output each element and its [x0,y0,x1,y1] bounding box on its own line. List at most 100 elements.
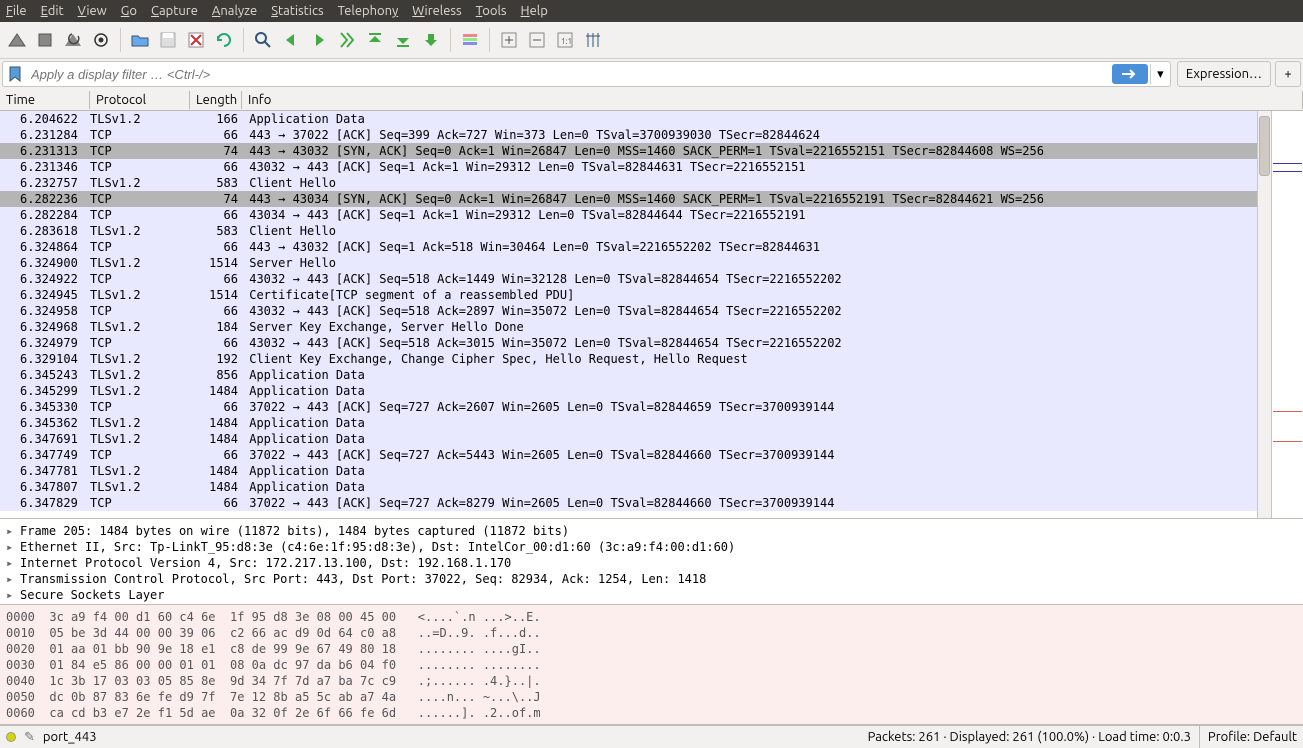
resize-columns-button[interactable] [580,27,606,53]
packet-time: 6.324945 [0,287,90,303]
apply-filter-button[interactable] [1112,64,1148,84]
filter-bookmark-icon[interactable] [3,62,27,86]
packet-row[interactable]: 6.231313TCP74 443 → 43032 [SYN, ACK] Seq… [0,143,1257,159]
menu-edit[interactable]: Edit [41,4,64,18]
detail-tree-item[interactable]: Transmission Control Protocol, Src Port:… [6,571,1297,587]
restart-capture-button[interactable] [60,27,86,53]
packet-info: Certificate[TCP segment of a reassembled… [242,287,1257,303]
packet-row[interactable]: 6.324922TCP66 43032 → 443 [ACK] Seq=518 … [0,271,1257,287]
packet-info: Application Data [242,415,1257,431]
menu-tools[interactable]: Tools [476,4,507,18]
go-last-button[interactable] [390,27,416,53]
start-capture-button[interactable] [4,27,30,53]
open-file-button[interactable] [127,27,153,53]
packet-row[interactable]: 6.347691TLSv1.21484 Application Data [0,431,1257,447]
menu-wireless[interactable]: Wireless [412,4,461,18]
save-file-button[interactable] [155,27,181,53]
col-info-header[interactable]: Info [242,91,1303,109]
intelligent-scrollbar[interactable] [1271,111,1303,518]
packet-row[interactable]: 6.347829TCP66 37022 → 443 [ACK] Seq=727 … [0,495,1257,511]
packet-scrollbar[interactable] [1257,111,1271,518]
packet-row[interactable]: 6.232757TLSv1.2583 Client Hello [0,175,1257,191]
menu-view[interactable]: View [78,4,107,18]
display-filter-input[interactable] [27,65,1110,84]
profile-label[interactable]: Profile: Default [1208,730,1297,744]
packet-row[interactable]: 6.329104TLSv1.2192 Client Key Exchange, … [0,351,1257,367]
detail-tree-item[interactable]: Frame 205: 1484 bytes on wire (11872 bit… [6,523,1297,539]
packet-bytes[interactable]: 0000 3c a9 f4 00 d1 60 c4 6e 1f 95 d8 3e… [0,605,1303,725]
filter-toolbar: ▾ Expression… + [0,59,1303,89]
add-filter-button[interactable]: + [1275,61,1301,87]
find-packet-button[interactable] [250,27,276,53]
packet-row[interactable]: 6.347749TCP66 37022 → 443 [ACK] Seq=727 … [0,447,1257,463]
menu-help[interactable]: Help [521,4,548,18]
menu-analyze[interactable]: Analyze [212,4,257,18]
menu-go[interactable]: Go [121,4,137,18]
packet-time: 6.282236 [0,191,90,207]
menu-file[interactable]: File [6,4,27,18]
packet-time: 6.347691 [0,431,90,447]
packet-row[interactable]: 6.345243TLSv1.2856 Application Data [0,367,1257,383]
packet-time: 6.283618 [0,223,90,239]
col-length-header[interactable]: Length [190,91,242,109]
go-to-packet-button[interactable] [334,27,360,53]
packet-length: 1514 [190,287,242,303]
zoom-in-button[interactable] [496,27,522,53]
packet-length: 583 [190,175,242,191]
close-file-button[interactable] [183,27,209,53]
menu-telephony[interactable]: Telephony [338,4,399,18]
filter-dropdown-icon[interactable]: ▾ [1150,64,1170,84]
capture-options-button[interactable] [88,27,114,53]
packet-list[interactable]: 6.204622TLSv1.2166 Application Data6.231… [0,111,1257,518]
packet-row[interactable]: 6.347781TLSv1.21484 Application Data [0,463,1257,479]
packet-row[interactable]: 6.324900TLSv1.21514 Server Hello [0,255,1257,271]
packet-protocol: TLSv1.2 [90,319,190,335]
expression-button[interactable]: Expression… [1177,61,1271,87]
zoom-reset-button[interactable]: 1:1 [552,27,578,53]
packet-length: 184 [190,319,242,335]
packet-row[interactable]: 6.204622TLSv1.2166 Application Data [0,111,1257,127]
packet-row[interactable]: 6.345330TCP66 37022 → 443 [ACK] Seq=727 … [0,399,1257,415]
col-time-header[interactable]: Time [0,91,90,109]
scrollbar-thumb[interactable] [1259,116,1270,176]
col-protocol-header[interactable]: Protocol [90,91,190,109]
packet-details[interactable]: Frame 205: 1484 bytes on wire (11872 bit… [0,519,1303,605]
go-back-button[interactable] [278,27,304,53]
packet-row[interactable]: 6.282236TCP74 443 → 43034 [SYN, ACK] Seq… [0,191,1257,207]
packet-list-header: Time Protocol Length Info [0,89,1303,111]
packet-row[interactable]: 6.345299TLSv1.21484 Application Data [0,383,1257,399]
packet-info: 37022 → 443 [ACK] Seq=727 Ack=2607 Win=2… [242,399,1257,415]
packet-length: 66 [190,399,242,415]
go-forward-button[interactable] [306,27,332,53]
auto-scroll-button[interactable] [418,27,444,53]
packet-row[interactable]: 6.231346TCP66 43032 → 443 [ACK] Seq=1 Ac… [0,159,1257,175]
detail-tree-item[interactable]: Internet Protocol Version 4, Src: 172.21… [6,555,1297,571]
packet-row[interactable]: 6.324945TLSv1.21514 Certificate[TCP segm… [0,287,1257,303]
packet-info: 43032 → 443 [ACK] Seq=518 Ack=1449 Win=3… [242,271,1257,287]
menu-statistics[interactable]: Statistics [271,4,323,18]
packet-row[interactable]: 6.324979TCP66 43032 → 443 [ACK] Seq=518 … [0,335,1257,351]
packet-length: 1484 [190,415,242,431]
menubar: File Edit View Go Capture Analyze Statis… [0,0,1303,22]
detail-tree-item[interactable]: Secure Sockets Layer [6,587,1297,603]
zoom-out-button[interactable] [524,27,550,53]
reload-button[interactable] [211,27,237,53]
packet-row[interactable]: 6.345362TLSv1.21484 Application Data [0,415,1257,431]
packet-time: 6.345362 [0,415,90,431]
go-first-button[interactable] [362,27,388,53]
packet-row[interactable]: 6.231284TCP66 443 → 37022 [ACK] Seq=399 … [0,127,1257,143]
menu-capture[interactable]: Capture [151,4,198,18]
edit-capture-comment-icon[interactable]: ✎ [24,730,35,745]
packet-row[interactable]: 6.324958TCP66 43032 → 443 [ACK] Seq=518 … [0,303,1257,319]
stop-capture-button[interactable] [32,27,58,53]
packet-protocol: TLSv1.2 [90,287,190,303]
detail-tree-item[interactable]: Ethernet II, Src: Tp-LinkT_95:d8:3e (c4:… [6,539,1297,555]
packet-row[interactable]: 6.347807TLSv1.21484 Application Data [0,479,1257,495]
packet-time: 6.204622 [0,111,90,127]
packet-row[interactable]: 6.324864TCP66 443 → 43032 [ACK] Seq=1 Ac… [0,239,1257,255]
packet-row[interactable]: 6.283618TLSv1.2583 Client Hello [0,223,1257,239]
packet-row[interactable]: 6.282284TCP66 43034 → 443 [ACK] Seq=1 Ac… [0,207,1257,223]
packet-info: Application Data [242,111,1257,127]
packet-row[interactable]: 6.324968TLSv1.2184 Server Key Exchange, … [0,319,1257,335]
colorize-button[interactable] [457,27,483,53]
